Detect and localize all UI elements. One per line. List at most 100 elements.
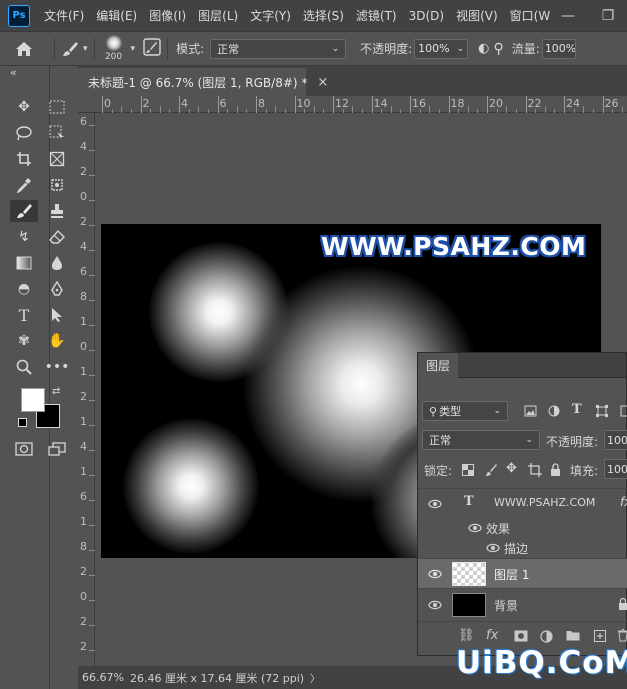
custom-shape-tool[interactable]: ✾ bbox=[12, 330, 36, 352]
trash-icon[interactable] bbox=[618, 629, 627, 642]
new-layer-icon[interactable] bbox=[594, 630, 606, 642]
foreground-color-swatch[interactable] bbox=[21, 388, 45, 412]
chevron-down-icon: ⌄ bbox=[493, 406, 501, 416]
lock-artboard-icon[interactable] bbox=[528, 463, 542, 477]
gradient-tool[interactable] bbox=[12, 252, 36, 274]
layer-blend-mode-select[interactable]: 正常 ⌄ bbox=[422, 430, 540, 450]
default-colors-icon[interactable] bbox=[18, 418, 27, 427]
brush-tool[interactable] bbox=[10, 200, 38, 222]
path-selection-tool[interactable] bbox=[45, 304, 69, 326]
ruler-label: 4 bbox=[181, 97, 188, 110]
more-tools-button[interactable]: ••• bbox=[45, 356, 70, 378]
filter-type-icon[interactable]: T bbox=[572, 402, 582, 417]
droplet-icon bbox=[52, 256, 62, 270]
link-layers-icon[interactable]: ⛓ bbox=[458, 628, 475, 643]
layer-row-background[interactable]: 背景 bbox=[418, 588, 627, 620]
collapse-panel-icon[interactable]: « bbox=[10, 66, 17, 79]
lock-position-icon[interactable]: ✥ bbox=[506, 461, 517, 476]
lock-transparency-icon[interactable] bbox=[462, 464, 474, 476]
visibility-eye-icon[interactable] bbox=[428, 600, 442, 610]
layer-effects-fx-icon[interactable]: fx bbox=[620, 495, 627, 509]
home-button[interactable] bbox=[0, 41, 48, 57]
pressure-opacity-icon[interactable]: ◐ bbox=[478, 41, 489, 56]
type-tool[interactable]: T bbox=[12, 304, 36, 326]
close-icon[interactable]: × bbox=[317, 75, 328, 90]
hand-tool[interactable]: ✋ bbox=[45, 330, 69, 352]
eraser-tool[interactable] bbox=[45, 226, 69, 248]
add-mask-icon[interactable] bbox=[514, 630, 528, 642]
ruler-label: 2 bbox=[80, 215, 87, 228]
menu-type[interactable]: 文字(Y) bbox=[244, 7, 297, 24]
menu-layer[interactable]: 图层(L) bbox=[192, 7, 244, 24]
layer-opacity-field[interactable]: 100 bbox=[604, 430, 627, 450]
minimize-button[interactable]: — bbox=[548, 0, 588, 31]
zoom-level[interactable]: 66.67% bbox=[78, 671, 126, 684]
layer-thumbnail-transparent bbox=[452, 562, 486, 586]
visibility-eye-icon[interactable] bbox=[468, 523, 482, 533]
ruler-minor-tick bbox=[89, 500, 95, 501]
visibility-eye-icon[interactable] bbox=[486, 543, 500, 553]
tab-layers[interactable]: 图层 bbox=[418, 353, 458, 378]
ruler-major-tick bbox=[564, 96, 565, 113]
layer-filter-select[interactable]: ⚲ 类型 ⌄ bbox=[422, 401, 508, 421]
object-selection-tool[interactable] bbox=[45, 122, 69, 144]
lasso-tool[interactable] bbox=[12, 122, 36, 144]
menu-view[interactable]: 视图(V) bbox=[450, 7, 504, 24]
adjustment-layer-icon[interactable] bbox=[540, 630, 553, 643]
visibility-eye-icon[interactable] bbox=[428, 499, 442, 509]
menu-filter[interactable]: 滤镜(T) bbox=[350, 7, 403, 24]
menu-image[interactable]: 图像(I) bbox=[143, 7, 192, 24]
status-menu-arrow[interactable]: 〉 bbox=[310, 670, 320, 685]
history-brush-tool[interactable]: ↯ bbox=[12, 226, 36, 248]
menu-3d[interactable]: 3D(D) bbox=[403, 9, 450, 23]
layer-name[interactable]: 背景 bbox=[494, 597, 518, 614]
layer-effects-row[interactable]: 效果 bbox=[418, 518, 627, 538]
brush-settings-toggle[interactable] bbox=[143, 38, 161, 59]
layer-name[interactable]: WWW.PSAHZ.COM bbox=[494, 496, 595, 509]
filter-shape-icon[interactable] bbox=[596, 405, 608, 417]
filter-pixel-icon[interactable] bbox=[524, 405, 537, 417]
pen-tool[interactable] bbox=[45, 278, 69, 300]
ruler-label: 4 bbox=[80, 440, 87, 453]
filter-adjustment-icon[interactable] bbox=[548, 405, 560, 417]
tool-preset-picker[interactable]: ▾ bbox=[61, 40, 88, 58]
quick-mask-button[interactable] bbox=[12, 438, 36, 460]
spot-healing-tool[interactable] bbox=[45, 174, 69, 196]
brush-size-picker[interactable]: 200 bbox=[101, 33, 127, 65]
filter-smart-object-icon[interactable] bbox=[620, 405, 627, 417]
swap-colors-icon[interactable]: ⇄ bbox=[52, 386, 60, 397]
menu-file[interactable]: 文件(F) bbox=[38, 7, 90, 24]
marquee-tool[interactable] bbox=[45, 96, 69, 118]
stroke-effect-row[interactable]: 描边 bbox=[418, 538, 627, 558]
mode-select[interactable]: 正常 ⌄ bbox=[210, 38, 347, 59]
layer-name[interactable]: 图层 1 bbox=[494, 566, 529, 583]
screen-mode-button[interactable] bbox=[45, 438, 69, 460]
visibility-eye-icon[interactable] bbox=[428, 569, 442, 579]
layer-row-layer1[interactable]: 图层 1 bbox=[418, 558, 627, 588]
move-tool[interactable]: ✥ bbox=[12, 96, 36, 118]
search-icon[interactable]: ⚲ bbox=[494, 41, 504, 57]
photoshop-logo[interactable]: Ps bbox=[8, 4, 30, 27]
lock-all-icon[interactable] bbox=[550, 463, 561, 476]
patch-icon bbox=[51, 179, 63, 191]
clone-stamp-tool[interactable] bbox=[45, 200, 69, 222]
crop-tool[interactable] bbox=[12, 148, 36, 170]
chevron-down-icon[interactable]: ▾ bbox=[131, 44, 136, 54]
flow-field[interactable]: 100% bbox=[541, 38, 576, 59]
layer-row-text[interactable]: T WWW.PSAHZ.COM fx bbox=[418, 488, 627, 518]
folder-icon[interactable] bbox=[566, 630, 580, 641]
ruler-minor-tick bbox=[89, 350, 95, 351]
zoom-tool[interactable] bbox=[12, 356, 36, 378]
restore-button[interactable]: ❐ bbox=[588, 0, 627, 31]
fx-icon[interactable]: fx bbox=[486, 628, 498, 643]
frame-tool[interactable] bbox=[45, 148, 69, 170]
eyedropper-tool[interactable] bbox=[12, 174, 36, 196]
menu-edit[interactable]: 编辑(E) bbox=[90, 7, 143, 24]
document-tab[interactable]: 未标题-1 @ 66.7% (图层 1, RGB/8#) * × bbox=[78, 68, 328, 96]
opacity-field[interactable]: 100% ⌄ bbox=[414, 38, 469, 59]
blur-tool[interactable] bbox=[45, 252, 69, 274]
fill-field[interactable]: 100 bbox=[604, 459, 627, 479]
menu-select[interactable]: 选择(S) bbox=[297, 7, 350, 24]
dodge-tool[interactable]: ◓ bbox=[12, 278, 36, 300]
lock-pixels-icon[interactable] bbox=[484, 463, 498, 477]
